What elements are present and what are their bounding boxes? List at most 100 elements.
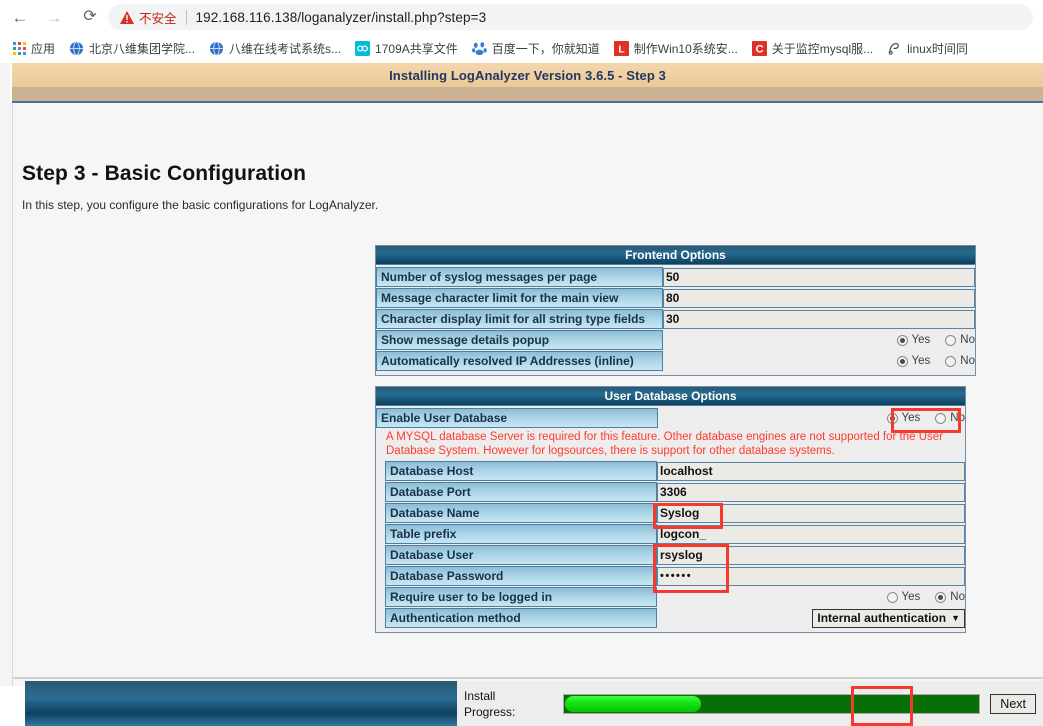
radio-no-label: No [950, 591, 965, 603]
radio-no[interactable] [935, 412, 947, 424]
show-popup-radio-group: Yes No [663, 334, 975, 346]
row-label: Database Password [385, 566, 657, 586]
bookmark-item-6[interactable]: linux时间同 [880, 38, 975, 60]
back-arrow-icon[interactable]: ← [6, 3, 34, 31]
bookmark-label: 北京八维集团学院... [89, 42, 196, 56]
frontend-options-header: Frontend Options [376, 246, 975, 265]
row-label: Number of syslog messages per page [376, 267, 663, 287]
row-value: Internal authentication ▼ [657, 608, 965, 628]
row-value: Yes No [658, 408, 965, 428]
page-subtitle: In this step, you configure the basic co… [22, 198, 379, 212]
globe-icon [209, 41, 224, 56]
radio-no[interactable] [945, 355, 957, 367]
database-name-input[interactable] [657, 503, 965, 523]
security-status[interactable]: 不安全 [120, 8, 177, 27]
table-row: Database Host [376, 461, 965, 481]
radio-yes[interactable] [896, 355, 908, 367]
database-host-input[interactable] [657, 461, 965, 481]
radio-yes-label: Yes [901, 591, 921, 603]
database-user-input[interactable] [657, 545, 965, 565]
radio-yes[interactable] [896, 334, 908, 346]
table-row: Database Port [376, 482, 965, 502]
radio-no[interactable] [935, 591, 947, 603]
messages-per-page-input[interactable] [663, 267, 975, 287]
bookmark-item-0[interactable]: 北京八维集团学院... [62, 38, 202, 60]
bookmark-apps[interactable]: 应用 [6, 38, 62, 60]
table-row: Character display limit for all string t… [376, 309, 975, 329]
bookmark-item-3[interactable]: 百度一下，你就知道 [465, 38, 607, 60]
bookmark-item-1[interactable]: 八维在线考试系统s... [202, 38, 348, 60]
enable-user-database-radio-group: Yes No [658, 412, 965, 424]
table-row: Database Password [376, 566, 965, 586]
bookmark-item-4[interactable]: L 制作Win10系统安... [607, 38, 745, 60]
row-value [657, 524, 965, 544]
row-value [657, 482, 965, 502]
user-database-options-table: User Database Options Enable User Databa… [375, 386, 966, 633]
row-label: Show message details popup [376, 330, 663, 350]
table-row: Enable User Database Yes No [376, 408, 965, 428]
authentication-method-value: Internal authentication [817, 611, 947, 625]
bookmark-item-2[interactable]: 1709A共享文件 [348, 38, 465, 60]
bookmark-label: 应用 [31, 42, 56, 56]
bookmark-label: 1709A共享文件 [375, 42, 458, 56]
apps-grid-icon [13, 42, 26, 55]
row-label: Automatically resolved IP Addresses (inl… [376, 351, 663, 371]
database-password-input[interactable] [657, 566, 965, 586]
row-label: Require user to be logged in [385, 587, 657, 607]
table-row: Authentication method Internal authentic… [376, 608, 965, 628]
row-label: Enable User Database [376, 408, 658, 428]
globe-icon [69, 41, 84, 56]
table-row: Require user to be logged in Yes No [376, 587, 965, 607]
radio-no-label: No [960, 355, 975, 367]
radio-yes[interactable] [886, 412, 898, 424]
install-progress-line1: Install [464, 688, 496, 703]
row-label: Database Name [385, 503, 657, 523]
bookmark-label: 制作Win10系统安... [633, 42, 738, 56]
message-char-limit-input[interactable] [663, 288, 975, 308]
forward-arrow-icon[interactable]: → [40, 3, 68, 31]
string-char-limit-input[interactable] [663, 309, 975, 329]
installer-title-bar: Installing LogAnalyzer Version 3.6.5 - S… [12, 63, 1043, 87]
radio-no-label: No [960, 334, 975, 346]
installer-title: Installing LogAnalyzer Version 3.6.5 - S… [389, 67, 666, 83]
url-text: 192.168.116.138/loganalyzer/install.php?… [195, 9, 487, 25]
bookmark-label: linux时间同 [907, 42, 968, 56]
authentication-method-select[interactable]: Internal authentication ▼ [812, 608, 965, 628]
link-icon [355, 41, 371, 56]
row-label: Database Port [385, 482, 657, 502]
radio-no[interactable] [945, 334, 957, 346]
bookmark-label: 关于监控mysql服... [771, 42, 874, 56]
table-row: Number of syslog messages per page [376, 267, 975, 287]
radio-no-label: No [950, 412, 965, 424]
database-port-input[interactable] [657, 482, 965, 502]
letter-l-icon: L [613, 41, 629, 56]
install-progress-bar [563, 693, 981, 714]
row-value [657, 545, 965, 565]
install-progress-line2: Progress: [464, 704, 516, 719]
installer-footer: Install Progress: Next [25, 681, 1043, 726]
title-bar-underband [12, 87, 1043, 101]
row-label: Authentication method [385, 608, 657, 628]
address-bar[interactable]: 不安全 192.168.116.138/loganalyzer/install.… [108, 4, 1033, 30]
row-value [657, 503, 965, 523]
table-row: Message character limit for the main vie… [376, 288, 975, 308]
row-value [663, 267, 975, 287]
script-icon [888, 42, 900, 55]
radio-yes-label: Yes [911, 355, 931, 367]
install-progress-label: Install Progress: [457, 681, 557, 726]
table-row: Table prefix [376, 524, 965, 544]
frontend-options-table: Frontend Options Number of syslog messag… [375, 245, 976, 376]
next-button[interactable]: Next [990, 693, 1036, 714]
browser-chrome: ← → ⟳ 不安全 192.168.116.138/loganalyzer/in… [0, 0, 1043, 63]
loganalyzer-installer-page: Installing LogAnalyzer Version 3.6.5 - S… [0, 63, 1043, 726]
radio-yes[interactable] [886, 591, 898, 603]
bookmarks-bar: 应用 北京八维集团学院... 八维在线考试系统s... 1709A共享文件 百度… [0, 34, 1043, 63]
reload-icon[interactable]: ⟳ [76, 3, 104, 31]
table-prefix-input[interactable] [657, 524, 965, 544]
browser-toolbar: ← → ⟳ 不安全 192.168.116.138/loganalyzer/in… [0, 0, 1043, 34]
bookmark-item-5[interactable]: C 关于监控mysql服... [745, 38, 880, 60]
row-value [663, 288, 975, 308]
security-label: 不安全 [139, 11, 177, 26]
svg-text:C: C [755, 44, 763, 56]
svg-text:L: L [618, 45, 624, 56]
